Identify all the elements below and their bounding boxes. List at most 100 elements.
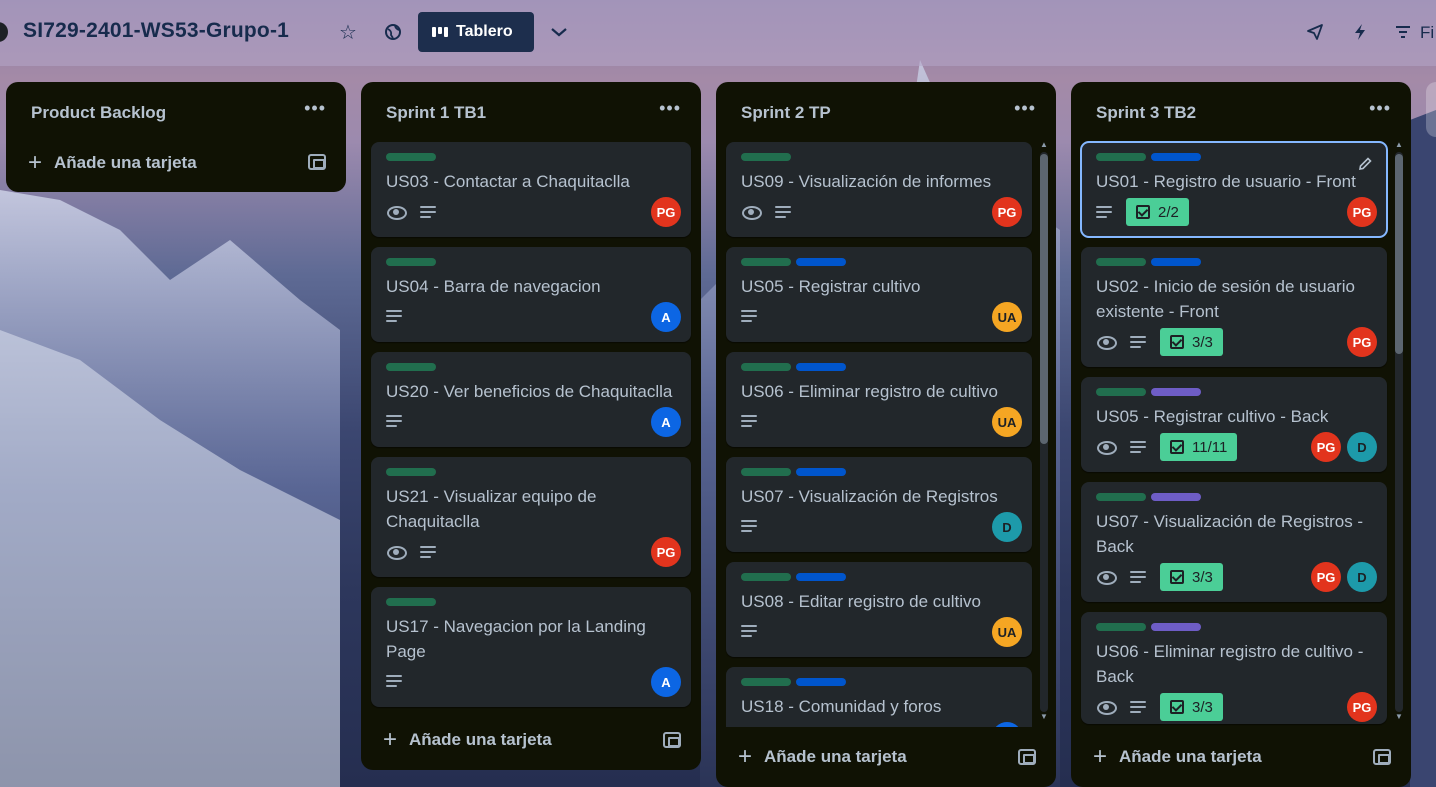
view-switcher-button[interactable]: Tablero: [418, 12, 534, 52]
card[interactable]: US05 - Registrar cultivo UA: [726, 247, 1032, 342]
globe-icon[interactable]: [380, 19, 406, 45]
avatar[interactable]: PG: [1347, 327, 1377, 357]
card[interactable]: US06 - Eliminar registro de cultivo - Ba…: [1081, 612, 1387, 724]
label-green: [1096, 258, 1146, 266]
avatar[interactable]: PG: [651, 537, 681, 567]
list-sprint-3: Sprint 3 TB2 ••• US01 - Registro de usua…: [1071, 82, 1411, 787]
chevron-down-icon[interactable]: [546, 19, 572, 45]
card[interactable]: US09 - Visualización de informes PG: [726, 142, 1032, 237]
watch-icon: [1096, 570, 1117, 585]
card[interactable]: US07 - Visualización de Registros D: [726, 457, 1032, 552]
card[interactable]: US04 - Barra de navegacion A: [371, 247, 691, 342]
list-title[interactable]: Sprint 3 TB2: [1096, 103, 1196, 123]
avatar[interactable]: UA: [992, 407, 1022, 437]
card[interactable]: US01 - Registro de usuario - Front 2/2 P…: [1080, 141, 1388, 238]
card[interactable]: US08 - Editar registro de cultivo UA: [726, 562, 1032, 657]
label-green: [386, 598, 436, 606]
scroll-down-arrow-icon[interactable]: ▼: [1395, 712, 1403, 721]
avatar[interactable]: PG: [1311, 432, 1341, 462]
card-title: US06 - Eliminar registro de cultivo - Ba…: [1096, 642, 1364, 686]
add-card-label: Añade una tarjeta: [1119, 747, 1262, 766]
avatar[interactable]: PG: [1311, 562, 1341, 592]
automation-bolt-icon[interactable]: [1347, 19, 1373, 45]
card-title: US21 - Visualizar equipo de Chaquitaclla: [386, 487, 597, 531]
list-product-backlog: Product Backlog ••• + Añade una tarjeta: [6, 82, 346, 192]
list-title[interactable]: Sprint 1 TB1: [386, 103, 486, 123]
filter-label[interactable]: Fi: [1420, 23, 1434, 43]
avatar[interactable]: D: [1347, 432, 1377, 462]
card-template-icon[interactable]: [308, 154, 326, 170]
card-template-icon[interactable]: [1373, 749, 1391, 765]
list-title[interactable]: Sprint 2 TP: [741, 103, 831, 123]
add-card-button[interactable]: + Añade una tarjeta: [383, 728, 552, 752]
checklist-icon: [1170, 335, 1184, 349]
avatar[interactable]: UA: [992, 617, 1022, 647]
checklist-badge: 2/2: [1126, 198, 1189, 226]
label-green: [741, 468, 791, 476]
avatar[interactable]: D: [1347, 562, 1377, 592]
avatar[interactable]: PG: [1347, 197, 1377, 227]
workspace-avatar[interactable]: [0, 22, 8, 42]
add-card-button[interactable]: + Añade una tarjeta: [28, 151, 197, 175]
plus-icon: +: [1093, 743, 1108, 770]
board-title[interactable]: SI729-2401-WS53-Grupo-1: [23, 19, 289, 43]
card[interactable]: US06 - Eliminar registro de cultivo UA: [726, 352, 1032, 447]
avatar[interactable]: PG: [651, 197, 681, 227]
avatar[interactable]: [992, 722, 1022, 727]
avatar[interactable]: A: [651, 667, 681, 697]
star-icon[interactable]: ☆: [335, 19, 361, 45]
next-list-partial[interactable]: [1426, 82, 1436, 137]
list-scrollbar-thumb[interactable]: [1040, 154, 1048, 444]
card[interactable]: US02 - Inicio de sesión de usuario exist…: [1081, 247, 1387, 367]
avatar[interactable]: A: [651, 302, 681, 332]
add-card-button[interactable]: + Añade una tarjeta: [738, 745, 907, 769]
checklist-count: 2/2: [1158, 203, 1179, 221]
label-green: [741, 258, 791, 266]
checklist-count: 3/3: [1192, 333, 1213, 351]
card[interactable]: US18 - Comunidad y foros: [726, 667, 1032, 727]
checklist-badge: 3/3: [1160, 328, 1223, 356]
card-template-icon[interactable]: [663, 732, 681, 748]
list-menu-icon[interactable]: •••: [659, 98, 681, 119]
card-title: US20 - Ver beneficios de Chaquitaclla: [386, 382, 673, 401]
plus-icon: +: [28, 149, 43, 176]
card-template-icon[interactable]: [1018, 749, 1036, 765]
description-icon: [741, 625, 757, 637]
list-scrollbar-thumb[interactable]: [1395, 154, 1403, 354]
description-icon: [1096, 206, 1112, 218]
list-menu-icon[interactable]: •••: [1014, 98, 1036, 119]
card[interactable]: US05 - Registrar cultivo - Back 11/11 PG…: [1081, 377, 1387, 472]
card-title: US18 - Comunidad y foros: [741, 697, 942, 716]
checklist-badge: 3/3: [1160, 693, 1223, 721]
card[interactable]: US20 - Ver beneficios de Chaquitaclla A: [371, 352, 691, 447]
avatar[interactable]: PG: [1347, 692, 1377, 722]
card-clip: US18 - Comunidad y foros: [726, 667, 1032, 727]
list-menu-icon[interactable]: •••: [1369, 98, 1391, 119]
checklist-icon: [1170, 700, 1184, 714]
avatar[interactable]: UA: [992, 302, 1022, 332]
description-icon: [741, 415, 757, 427]
send-icon[interactable]: [1302, 19, 1328, 45]
card-title: US03 - Contactar a Chaquitaclla: [386, 172, 630, 191]
card-title: US05 - Registrar cultivo - Back: [1096, 407, 1329, 426]
card[interactable]: US17 - Navegacion por la Landing Page A: [371, 587, 691, 707]
avatar[interactable]: A: [651, 407, 681, 437]
description-icon: [1130, 441, 1146, 453]
card[interactable]: US07 - Visualización de Registros - Back…: [1081, 482, 1387, 602]
avatar[interactable]: PG: [992, 197, 1022, 227]
scroll-up-arrow-icon[interactable]: ▲: [1395, 140, 1403, 149]
card[interactable]: US21 - Visualizar equipo de Chaquitaclla…: [371, 457, 691, 577]
filter-icon[interactable]: [1390, 19, 1416, 45]
scroll-up-arrow-icon[interactable]: ▲: [1040, 140, 1048, 149]
card-title: US01 - Registro de usuario - Front: [1096, 172, 1356, 191]
pencil-edit-icon[interactable]: [1357, 156, 1373, 172]
card[interactable]: US03 - Contactar a Chaquitaclla PG: [371, 142, 691, 237]
avatar[interactable]: D: [992, 512, 1022, 542]
scroll-down-arrow-icon[interactable]: ▼: [1040, 712, 1048, 721]
add-card-label: Añade una tarjeta: [409, 730, 552, 749]
list-menu-icon[interactable]: •••: [304, 98, 326, 119]
add-card-button[interactable]: + Añade una tarjeta: [1093, 745, 1262, 769]
watch-icon: [1096, 700, 1117, 715]
card-title: US04 - Barra de navegacion: [386, 277, 601, 296]
list-title[interactable]: Product Backlog: [31, 103, 166, 123]
